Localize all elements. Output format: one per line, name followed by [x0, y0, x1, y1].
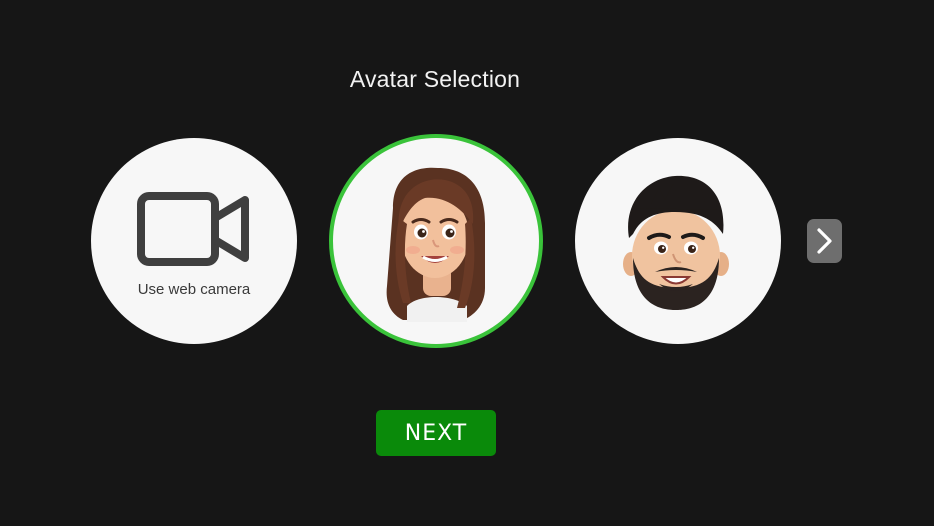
- chevron-right-icon: [817, 228, 832, 254]
- avatar-selection-screen: Avatar Selection Use web camera NEXT: [0, 0, 934, 526]
- webcam-option-label: Use web camera: [137, 281, 251, 298]
- female-memoji-avatar: [386, 167, 485, 322]
- avatar-option-male[interactable]: [575, 138, 781, 344]
- page-title: Avatar Selection: [349, 66, 521, 92]
- carousel-next-button[interactable]: [807, 219, 842, 263]
- avatar-option-female[interactable]: [329, 134, 543, 348]
- video-camera-icon: [137, 192, 249, 266]
- webcam-option[interactable]: Use web camera: [91, 138, 297, 344]
- next-button[interactable]: NEXT: [376, 410, 496, 456]
- male-memoji-avatar: [623, 175, 729, 310]
